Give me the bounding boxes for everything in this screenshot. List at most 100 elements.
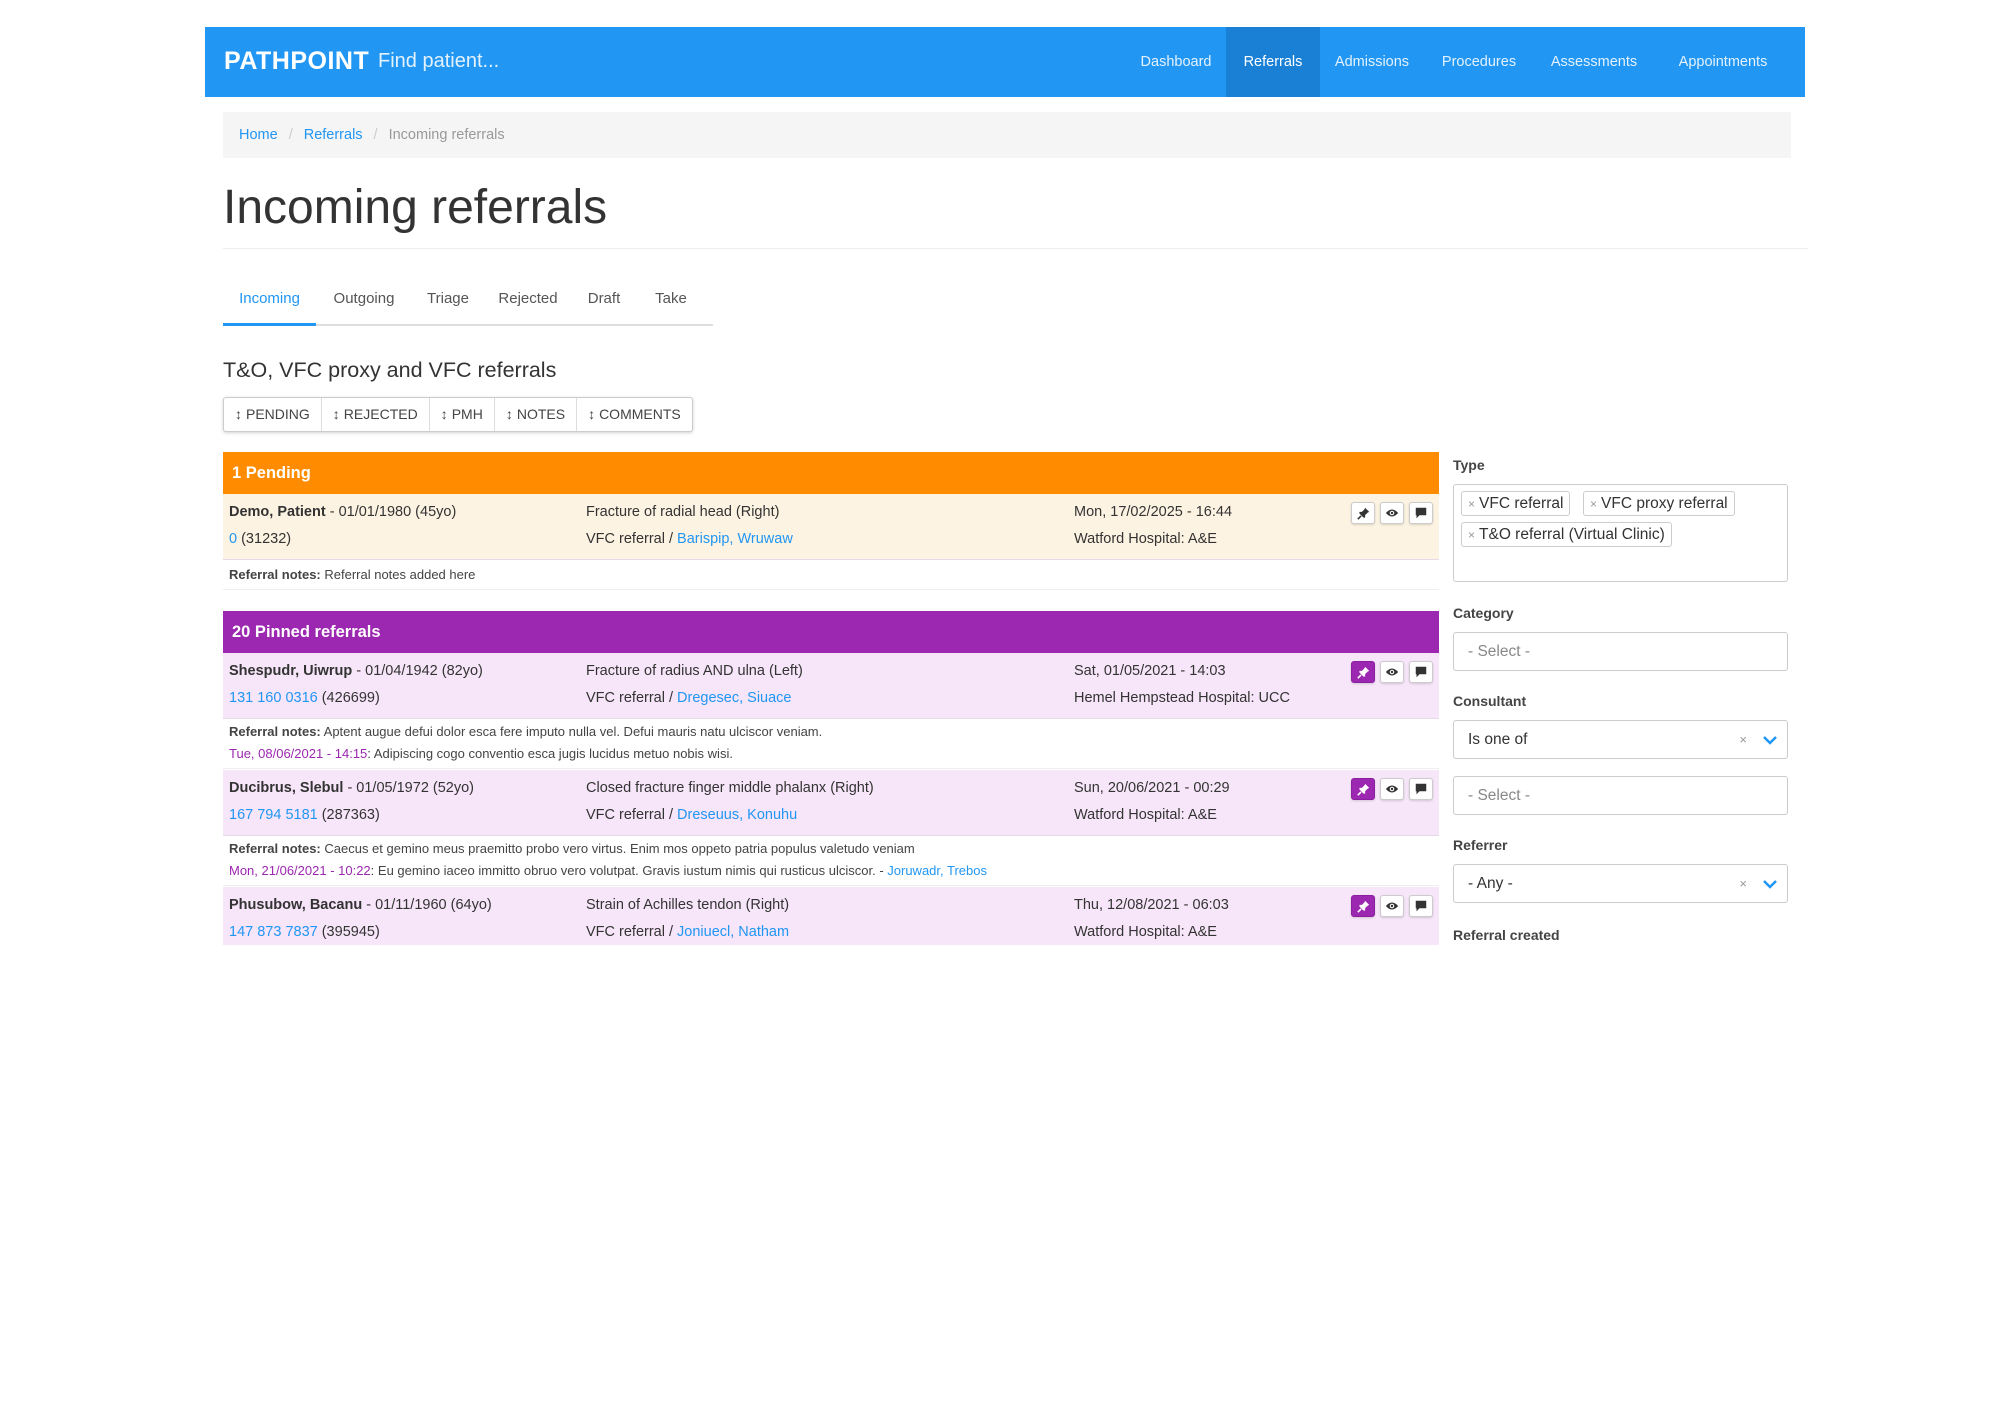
referral-row[interactable]: Demo, Patient - 01/01/1980 (45yo) 0 (312… <box>223 494 1439 560</box>
nav-admissions[interactable]: Admissions <box>1323 27 1421 97</box>
pin-button[interactable] <box>1351 895 1375 917</box>
patient-id-link[interactable]: 0 <box>229 531 237 547</box>
patient-id-link[interactable]: 147 873 7837 <box>229 924 318 940</box>
chevron-down-icon[interactable] <box>1763 721 1777 758</box>
tab-draft[interactable]: Draft <box>572 280 636 326</box>
patient-dob: - 01/01/1980 (45yo) <box>325 504 457 520</box>
patient-id-extra: (287363) <box>317 807 380 823</box>
comment-author-link[interactable]: Joruwadr, Trebos <box>887 863 987 878</box>
referrer-link[interactable]: Dreseuus, Konuhu <box>677 807 797 823</box>
referrer-link[interactable]: Barispip, Wruwaw <box>677 531 793 547</box>
consultant-select[interactable]: - Select - <box>1453 776 1788 815</box>
referral-type: VFC referral / <box>586 924 678 940</box>
breadcrumb-separator: / <box>288 127 293 143</box>
comment-button[interactable] <box>1409 661 1433 683</box>
find-patient-search[interactable]: Find patient... <box>378 50 499 73</box>
patient-name[interactable]: Shespudr, Uiwrup <box>229 663 352 679</box>
referral-notes: Referral notes: Caecus et gemino meus pr… <box>223 836 1439 886</box>
sort-notes-button[interactable]: ↕ NOTES <box>495 398 578 431</box>
eye-icon <box>1385 668 1399 676</box>
pending-group-header: 1 Pending <box>223 452 1439 494</box>
tab-incoming[interactable]: Incoming <box>223 280 316 326</box>
view-button[interactable] <box>1380 778 1404 800</box>
patient-dob: - 01/04/1942 (82yo) <box>352 663 483 679</box>
sort-arrows-icon: ↕ <box>235 406 242 422</box>
sort-comments-button[interactable]: ↕ COMMENTS <box>577 398 692 431</box>
referral-notes: Referral notes: Aptent augue defui dolor… <box>223 719 1439 769</box>
view-button[interactable] <box>1380 895 1404 917</box>
comment-icon <box>1415 783 1427 795</box>
comment-button[interactable] <box>1409 502 1433 524</box>
sort-pending-button[interactable]: ↕ PENDING <box>224 398 322 431</box>
sort-pmh-button[interactable]: ↕ PMH <box>430 398 495 431</box>
referral-row[interactable]: Ducibrus, Slebul - 01/05/1972 (52yo) 167… <box>223 770 1439 836</box>
sort-rejected-button[interactable]: ↕ REJECTED <box>322 398 430 431</box>
pinned-group-header: 20 Pinned referrals <box>223 611 1439 653</box>
tab-triage[interactable]: Triage <box>413 280 483 326</box>
comment-icon <box>1415 666 1427 678</box>
breadcrumb-home[interactable]: Home <box>239 127 278 143</box>
pin-button[interactable] <box>1351 778 1375 800</box>
referral-row[interactable]: Shespudr, Uiwrup - 01/04/1942 (82yo) 131… <box>223 653 1439 719</box>
patient-id-link[interactable]: 167 794 5181 <box>229 807 318 823</box>
patient-id-extra: (426699) <box>317 690 380 706</box>
referral-location: Hemel Hempstead Hospital: UCC <box>1074 690 1290 706</box>
referral-type: VFC referral / <box>586 531 678 547</box>
sort-arrows-icon: ↕ <box>505 406 513 422</box>
type-filter-multiselect[interactable]: × VFC referral × VFC proxy referral × T&O r… <box>1453 484 1788 582</box>
referrer-link[interactable]: Dregesec, Siuace <box>677 690 791 706</box>
clear-icon[interactable]: × <box>1739 721 1747 758</box>
notes-label: Referral notes: <box>229 841 321 856</box>
pin-button[interactable] <box>1351 661 1375 683</box>
patient-id-extra: (395945) <box>317 924 380 940</box>
tab-rejected[interactable]: Rejected <box>488 280 568 326</box>
type-filter-label: Type <box>1453 457 1485 473</box>
referral-location: Watford Hospital: A&E <box>1074 924 1217 940</box>
patient-id-link[interactable]: 131 160 0316 <box>229 690 318 706</box>
tab-outgoing[interactable]: Outgoing <box>319 280 409 326</box>
page-title: Incoming referrals <box>223 181 608 234</box>
view-button[interactable] <box>1380 661 1404 683</box>
nav-dashboard[interactable]: Dashboard <box>1130 27 1222 97</box>
chevron-down-icon[interactable] <box>1763 865 1777 902</box>
remove-chip-icon[interactable]: × <box>1590 497 1597 511</box>
comment-button[interactable] <box>1409 778 1433 800</box>
view-button[interactable] <box>1380 502 1404 524</box>
nav-assessments[interactable]: Assessments <box>1539 27 1649 97</box>
remove-chip-icon[interactable]: × <box>1468 497 1475 511</box>
patient-name[interactable]: Ducibrus, Slebul <box>229 780 343 796</box>
notes-label: Referral notes: <box>229 724 321 739</box>
type-chip[interactable]: × VFC proxy referral <box>1583 491 1735 516</box>
consultant-operator-select[interactable]: Is one of × <box>1453 720 1788 759</box>
referrer-link[interactable]: Joniuecl, Natham <box>677 924 789 940</box>
tab-take[interactable]: Take <box>640 280 702 326</box>
type-chip[interactable]: × T&O referral (Virtual Clinic) <box>1461 522 1672 547</box>
patient-name[interactable]: Phusubow, Bacanu <box>229 897 362 913</box>
category-filter-label: Category <box>1453 605 1514 621</box>
nav-appointments[interactable]: Appointments <box>1661 27 1785 97</box>
referral-row[interactable]: Phusubow, Bacanu - 01/11/1960 (64yo) 147… <box>223 887 1439 945</box>
type-chip[interactable]: × VFC referral <box>1461 491 1571 516</box>
referral-tabs: Incoming Outgoing Triage Rejected Draft … <box>223 280 713 326</box>
sort-arrows-icon: ↕ <box>332 406 340 422</box>
comment-date: Mon, 21/06/2021 - 10:22 <box>229 863 371 878</box>
notes-text: Referral notes added here <box>320 567 476 582</box>
remove-chip-icon[interactable]: × <box>1468 528 1475 542</box>
referrer-select[interactable]: - Any - × <box>1453 864 1788 903</box>
comment-text: : Eu gemino iaceo immitto obruo vero vol… <box>370 863 888 878</box>
brand-logo[interactable]: PATHPOINT <box>224 47 369 76</box>
breadcrumb-current: Incoming referrals <box>388 127 505 143</box>
referrer-value: - Any - <box>1468 875 1513 892</box>
pin-button[interactable] <box>1351 502 1375 524</box>
category-select[interactable]: - Select - <box>1453 632 1788 671</box>
patient-name[interactable]: Demo, Patient <box>229 504 326 520</box>
clear-icon[interactable]: × <box>1739 865 1747 902</box>
row-actions <box>1351 778 1433 800</box>
breadcrumb-referrals[interactable]: Referrals <box>304 127 363 143</box>
diagnosis: Strain of Achilles tendon (Right) <box>586 897 790 913</box>
diagnosis: Fracture of radial head (Right) <box>586 504 780 520</box>
comment-button[interactable] <box>1409 895 1433 917</box>
nav-procedures[interactable]: Procedures <box>1429 27 1529 97</box>
nav-referrals[interactable]: Referrals <box>1226 27 1320 97</box>
referral-datetime: Mon, 17/02/2025 - 16:44 <box>1074 504 1233 520</box>
